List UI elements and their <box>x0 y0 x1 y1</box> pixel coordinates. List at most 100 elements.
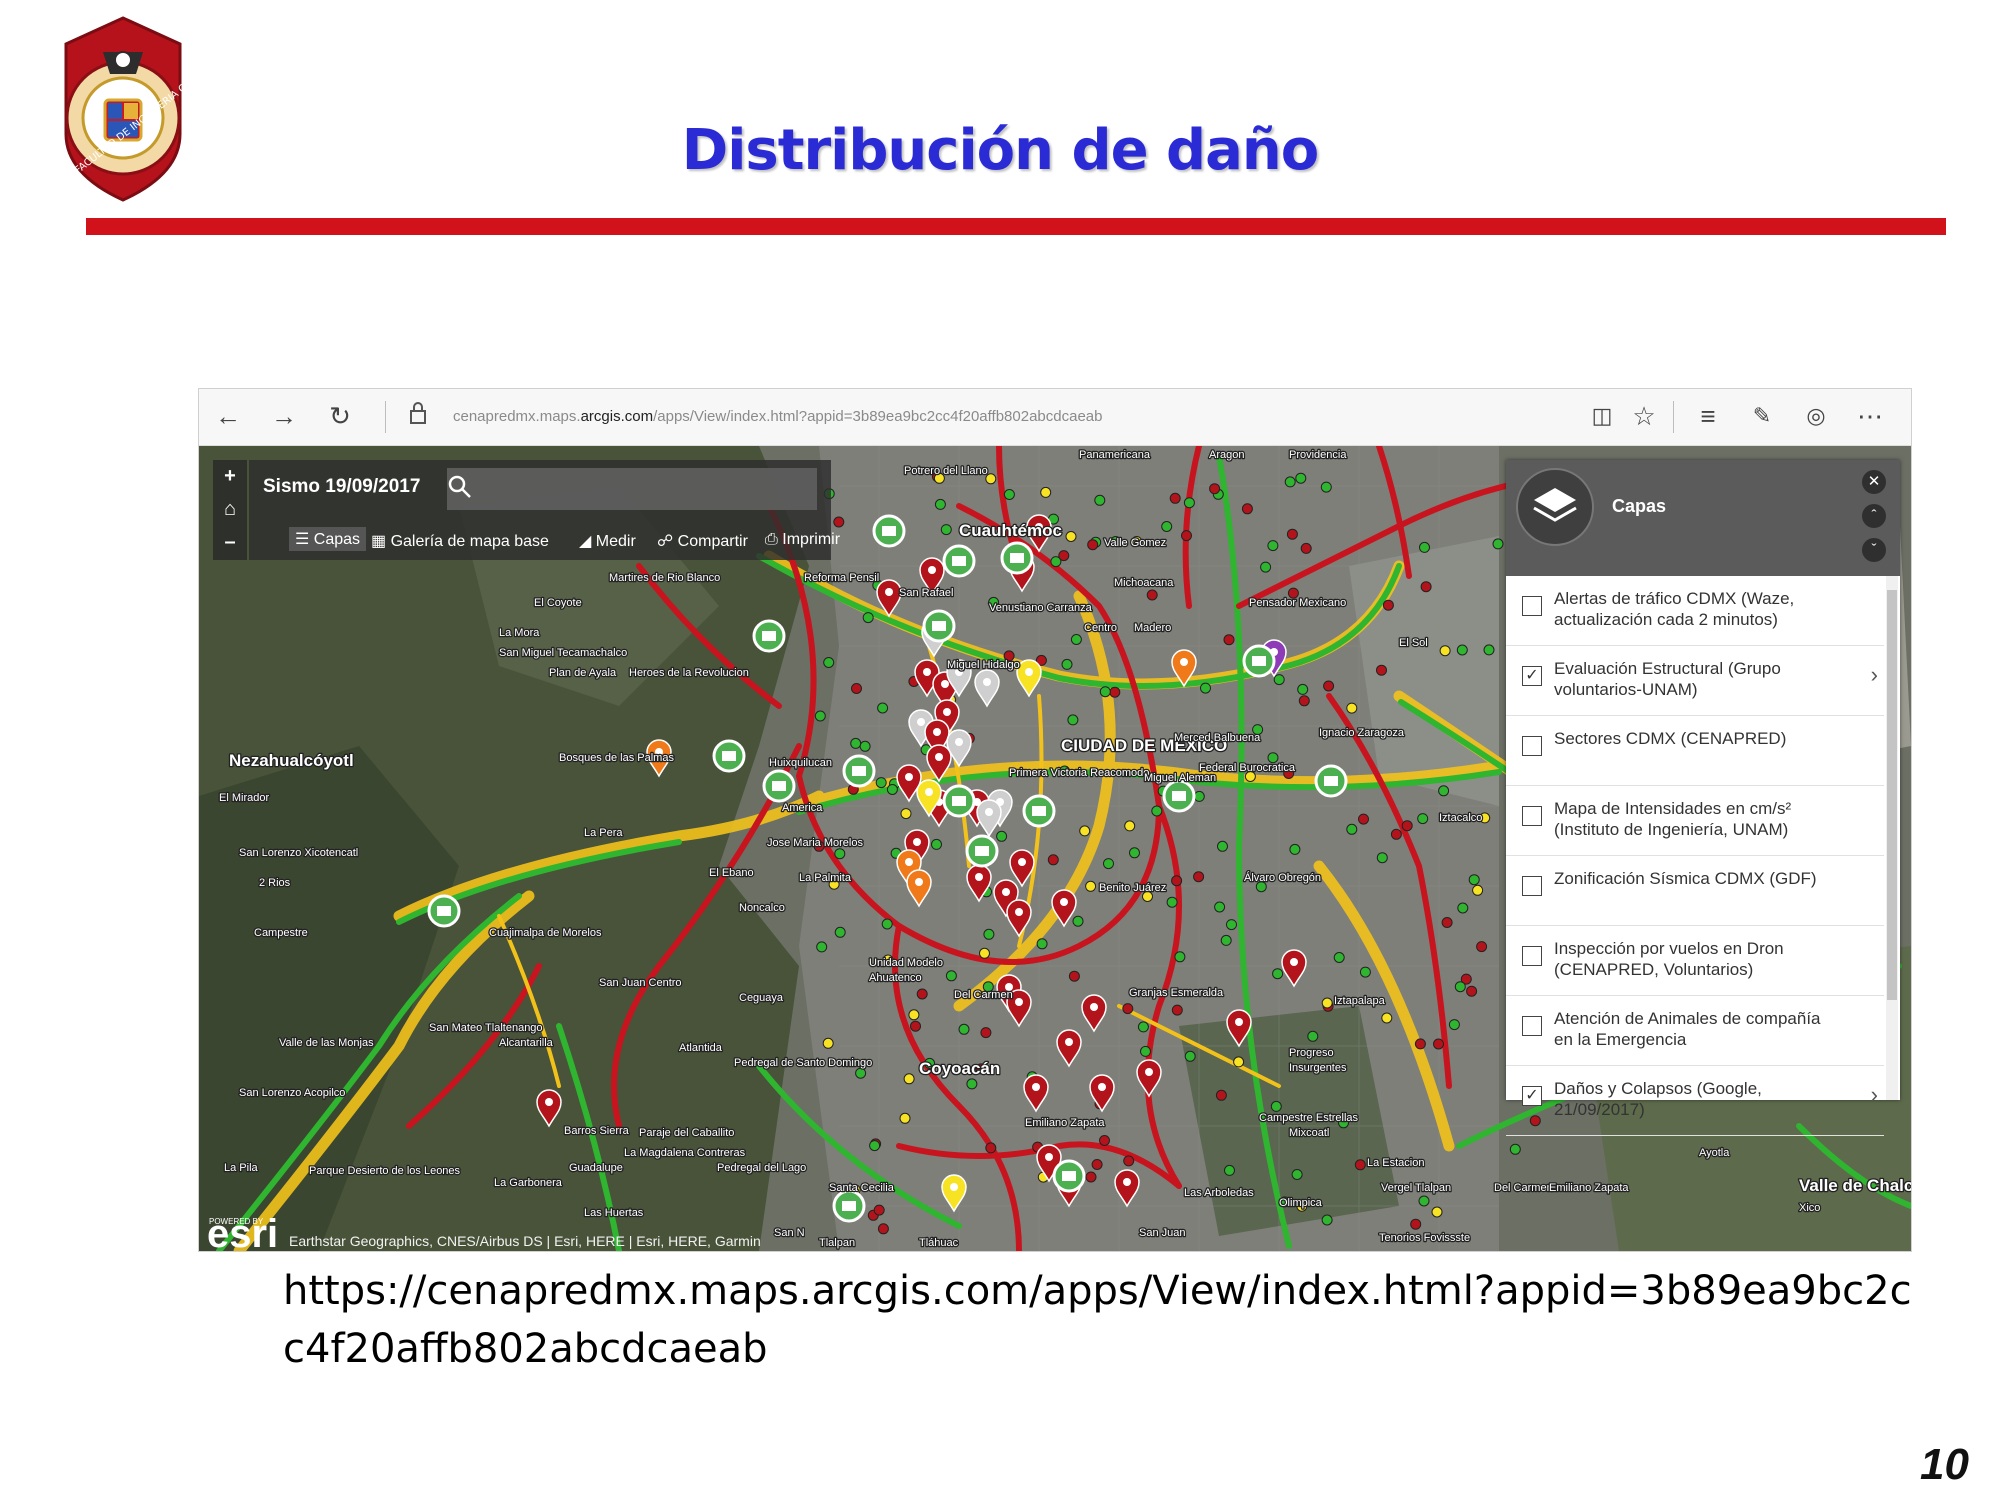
hub-icon[interactable]: ≡ <box>1691 399 1725 433</box>
damage-dot-marker[interactable] <box>1223 634 1235 646</box>
damage-dot-marker[interactable] <box>1410 1218 1422 1230</box>
layers-scrollbar[interactable] <box>1886 576 1898 1100</box>
damage-dot-marker[interactable] <box>1067 714 1079 726</box>
damage-dot-marker[interactable] <box>1099 686 1111 698</box>
damage-dot-marker[interactable] <box>862 612 874 624</box>
damage-dot-marker[interactable] <box>1270 1100 1282 1112</box>
damage-dot-marker[interactable] <box>1359 966 1371 978</box>
damage-dot-marker[interactable] <box>855 1067 867 1079</box>
forward-icon[interactable]: → <box>267 399 301 433</box>
damage-dot-marker[interactable] <box>873 1204 885 1216</box>
damage-dot-marker[interactable] <box>940 524 952 536</box>
checkbox[interactable] <box>1522 596 1542 616</box>
damage-dot-marker[interactable] <box>1267 540 1279 552</box>
damage-dot-marker[interactable] <box>1209 483 1221 495</box>
layer-item[interactable]: Atención de Animales de compañía en la E… <box>1506 996 1884 1066</box>
damage-dot-marker[interactable] <box>1040 486 1052 498</box>
damage-dot-marker[interactable] <box>1166 896 1178 908</box>
damage-dot-marker[interactable] <box>1431 1206 1443 1218</box>
damage-dot-marker[interactable] <box>834 926 846 938</box>
damage-dot-marker[interactable] <box>996 830 1008 842</box>
damage-dot-marker[interactable] <box>1087 539 1099 551</box>
layer-item[interactable]: Mapa de Intensidades en cm/s² (Instituto… <box>1506 786 1884 856</box>
refresh-icon[interactable]: ↻ <box>323 399 357 433</box>
damage-dot-marker[interactable] <box>1456 644 1468 656</box>
damage-dot-marker[interactable] <box>1122 1003 1134 1015</box>
checkbox[interactable] <box>1522 806 1542 826</box>
damage-dot-marker[interactable] <box>1448 1019 1460 1031</box>
damage-dot-marker[interactable] <box>1070 634 1082 645</box>
layer-item[interactable]: ✓ Evaluación Estructural (Grupo voluntari… <box>1506 646 1884 716</box>
damage-dot-marker[interactable] <box>1468 874 1480 886</box>
damage-dot-marker[interactable] <box>1286 528 1298 540</box>
damage-dot-marker[interactable] <box>1320 481 1332 493</box>
damage-dot-marker[interactable] <box>1333 952 1345 963</box>
damage-dot-marker[interactable] <box>1233 1056 1245 1068</box>
damage-dot-marker[interactable] <box>1171 1004 1183 1016</box>
damage-dot-marker[interactable] <box>851 683 862 694</box>
damage-dot-marker[interactable] <box>1085 1171 1097 1183</box>
damage-dot-marker[interactable] <box>886 784 898 795</box>
damage-dot-marker[interactable] <box>1492 538 1504 550</box>
search-icon[interactable] <box>447 474 473 500</box>
damage-dot-marker[interactable] <box>1298 695 1310 707</box>
damage-dot-marker[interactable] <box>1193 790 1205 802</box>
damage-dot-marker[interactable] <box>1146 589 1158 601</box>
reading-view-icon[interactable]: ◫ <box>1585 399 1619 433</box>
damage-dot-marker[interactable] <box>877 1223 889 1235</box>
damage-dot-marker[interactable] <box>814 710 826 722</box>
damage-dot-marker[interactable] <box>1217 840 1228 852</box>
damage-dot-marker[interactable] <box>833 516 845 528</box>
more-icon[interactable]: ⋯ <box>1853 399 1887 433</box>
damage-dot-marker[interactable] <box>916 988 928 1000</box>
damage-dot-marker[interactable] <box>1193 871 1205 883</box>
checkbox-checked[interactable]: ✓ <box>1522 1086 1542 1106</box>
damage-dot-marker[interactable] <box>1103 858 1114 870</box>
damage-dot-marker[interactable] <box>1346 823 1358 835</box>
damage-dot-marker[interactable] <box>1003 489 1015 500</box>
tab-layers[interactable]: ☰ Capas <box>289 527 367 551</box>
damage-dot-marker[interactable] <box>1183 497 1195 509</box>
damage-dot-marker[interactable] <box>1381 1012 1393 1024</box>
damage-dot-marker[interactable] <box>1382 599 1394 611</box>
chevron-down-icon[interactable]: ˇ <box>1862 538 1886 562</box>
damage-dot-marker[interactable] <box>979 947 990 959</box>
tab-share[interactable]: ☍ Compartir <box>657 531 748 551</box>
damage-dot-marker[interactable] <box>1061 658 1073 670</box>
damage-dot-marker[interactable] <box>931 838 942 850</box>
damage-dot-marker[interactable] <box>1184 1050 1196 1062</box>
damage-dot-marker[interactable] <box>1068 970 1080 982</box>
damage-dot-marker[interactable] <box>1169 492 1181 504</box>
damage-dot-marker[interactable] <box>1390 828 1402 840</box>
share-icon[interactable]: ◎ <box>1799 399 1833 433</box>
damage-dot-marker[interactable] <box>1036 938 1048 950</box>
damage-dot-marker[interactable] <box>1454 981 1466 993</box>
damage-dot-marker[interactable] <box>966 1078 978 1090</box>
damage-dot-marker[interactable] <box>1307 1030 1319 1042</box>
damage-dot-marker[interactable] <box>1214 901 1226 913</box>
damage-dot-marker[interactable] <box>1376 852 1388 864</box>
damage-dot-marker[interactable] <box>881 918 893 930</box>
tab-basemap-gallery[interactable]: ▦ Galería de mapa base <box>371 531 549 551</box>
damage-dot-marker[interactable] <box>1300 542 1312 554</box>
damage-dot-marker[interactable] <box>869 1140 881 1152</box>
damage-dot-marker[interactable] <box>1433 1038 1444 1050</box>
damage-dot-marker[interactable] <box>983 928 995 940</box>
damage-dot-marker[interactable] <box>980 1027 992 1039</box>
damage-dot-marker[interactable] <box>1137 1021 1149 1033</box>
chevron-right-icon[interactable]: › <box>1871 1082 1878 1108</box>
damage-dot-marker[interactable] <box>1414 1038 1426 1050</box>
damage-dot-marker[interactable] <box>1418 1195 1430 1207</box>
damage-dot-marker[interactable] <box>822 1037 834 1049</box>
close-icon[interactable]: ✕ <box>1862 470 1886 494</box>
damage-dot-marker[interactable] <box>834 848 846 860</box>
damage-dot-marker[interactable] <box>910 1020 921 1032</box>
damage-dot-marker[interactable] <box>1215 1089 1227 1101</box>
damage-dot-marker[interactable] <box>1438 785 1450 797</box>
damage-dot-marker[interactable] <box>934 498 946 510</box>
damage-dot-marker[interactable] <box>1289 843 1301 855</box>
layer-item[interactable]: Zonificación Sísmica CDMX (GDF) <box>1506 856 1884 926</box>
checkbox[interactable] <box>1522 736 1542 756</box>
damage-dot-marker[interactable] <box>1441 917 1453 928</box>
damage-dot-marker[interactable] <box>1295 472 1307 484</box>
